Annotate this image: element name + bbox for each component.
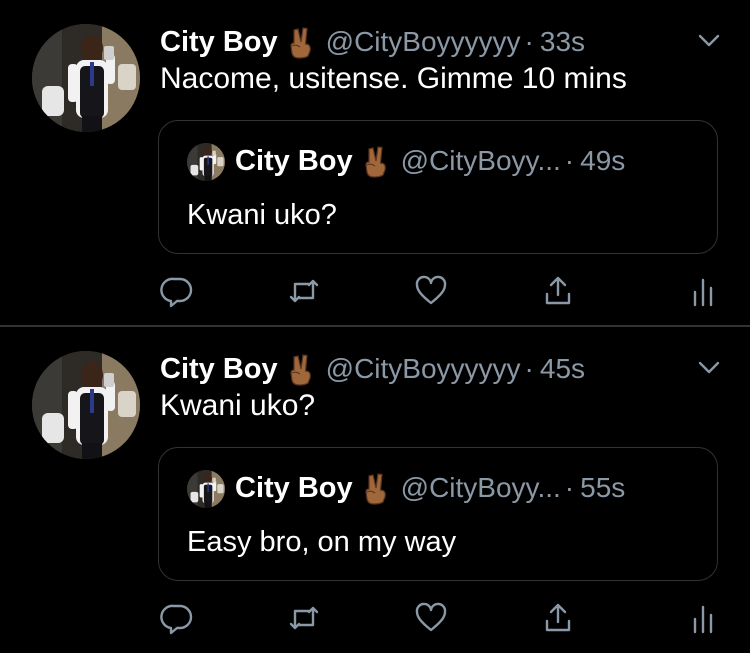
timestamp[interactable]: 45s	[540, 353, 585, 385]
quoted-tweet[interactable]: City Boy @CityBoyy... · 49s Kwani uko?	[158, 120, 718, 254]
user-handle[interactable]: @CityBoyyyyyy	[326, 353, 521, 385]
timeline: City Boy @CityBoyyyyyy · 33s Nacome, usi…	[0, 0, 750, 653]
user-handle[interactable]: @CityBoyyyyyy	[326, 26, 521, 58]
tweet-text: Kwani uko?	[160, 389, 316, 422]
like-icon[interactable]	[414, 601, 448, 635]
share-icon[interactable]	[541, 274, 575, 308]
victory-hand-emoji-icon	[359, 144, 393, 178]
separator-dot: ·	[564, 145, 575, 176]
timestamp[interactable]: 33s	[540, 26, 585, 58]
separator-dot: ·	[524, 353, 534, 384]
quoted-tweet-header: City Boy @CityBoyy... · 49s	[235, 141, 625, 181]
separator-dot: ·	[564, 472, 575, 503]
victory-hand-emoji-icon	[284, 25, 318, 59]
reply-icon[interactable]	[160, 601, 194, 635]
analytics-icon[interactable]	[686, 274, 720, 308]
quoted-avatar	[187, 143, 225, 181]
quoted-tweet[interactable]: City Boy @CityBoyy... · 55s Easy bro, on…	[158, 447, 718, 581]
quoted-tweet-text: Easy bro, on my way	[187, 526, 457, 558]
quoted-timestamp: 49s	[580, 145, 626, 176]
analytics-icon[interactable]	[686, 601, 720, 635]
tweet-actions	[0, 599, 750, 639]
display-name[interactable]: City Boy	[160, 353, 278, 386]
quoted-display-name: City Boy	[235, 144, 353, 177]
chevron-down-icon[interactable]	[694, 355, 724, 379]
tweet[interactable]: City Boy @CityBoyyyyyy · 33s Nacome, usi…	[0, 0, 750, 326]
quoted-user-handle: @CityBoyy...	[400, 145, 561, 176]
tweet-actions	[0, 272, 750, 312]
quoted-timestamp: 55s	[580, 472, 626, 503]
tweet-header: City Boy @CityBoyyyyyy · 45s	[160, 349, 585, 389]
quoted-tweet-text: Kwani uko?	[187, 199, 337, 231]
victory-hand-emoji-icon	[359, 471, 393, 505]
retweet-icon[interactable]	[287, 274, 321, 308]
separator-dot: ·	[524, 26, 534, 57]
display-name[interactable]: City Boy	[160, 26, 278, 59]
like-icon[interactable]	[414, 274, 448, 308]
chevron-down-icon[interactable]	[694, 28, 724, 52]
victory-hand-emoji-icon	[284, 352, 318, 386]
tweet[interactable]: City Boy @CityBoyyyyyy · 45s Kwani uko? …	[0, 327, 750, 653]
retweet-icon[interactable]	[287, 601, 321, 635]
tweet-text: Nacome, usitense. Gimme 10 mins	[160, 62, 627, 95]
avatar[interactable]	[32, 24, 140, 132]
quoted-tweet-header: City Boy @CityBoyy... · 55s	[235, 468, 625, 508]
avatar[interactable]	[32, 351, 140, 459]
reply-icon[interactable]	[160, 274, 194, 308]
quoted-display-name: City Boy	[235, 471, 353, 504]
tweet-header: City Boy @CityBoyyyyyy · 33s	[160, 22, 585, 62]
share-icon[interactable]	[541, 601, 575, 635]
quoted-avatar	[187, 470, 225, 508]
quoted-user-handle: @CityBoyy...	[400, 472, 561, 503]
